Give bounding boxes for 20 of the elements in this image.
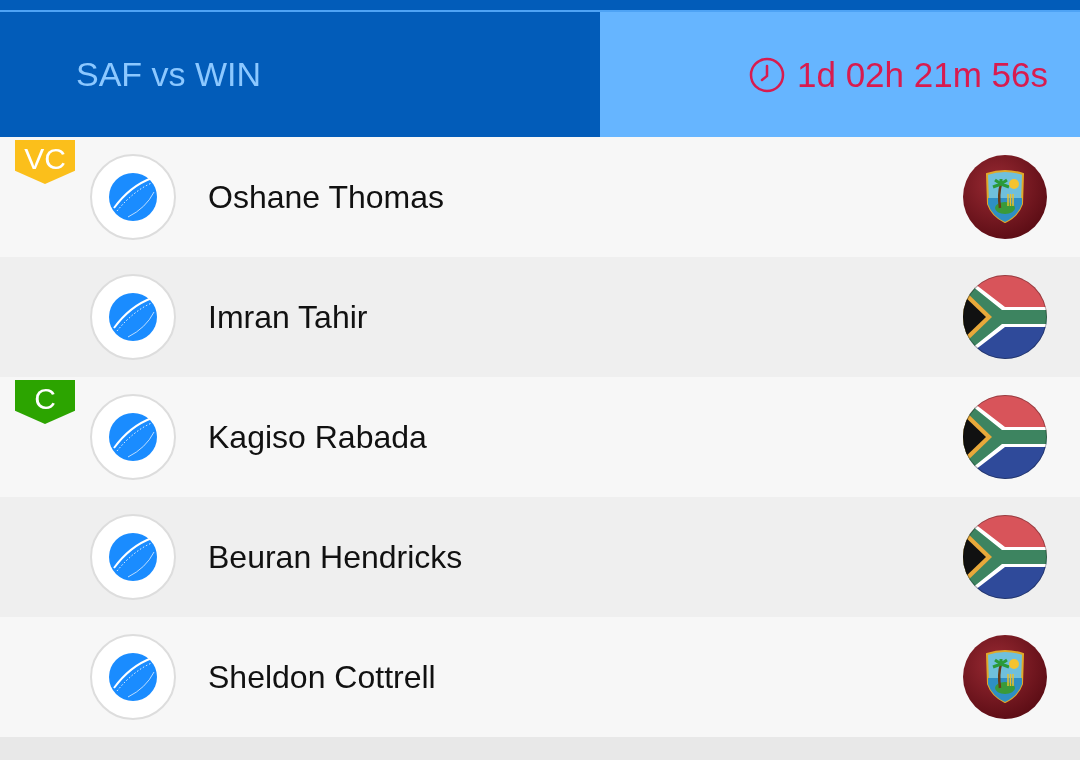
- match-title: SAF vs WIN: [76, 55, 262, 94]
- flag-icon: [962, 274, 1048, 360]
- player-row[interactable]: C Kagiso Rabada: [0, 377, 1080, 497]
- captain-badge: VC: [15, 140, 75, 184]
- player-row[interactable]: Imran Tahir: [0, 257, 1080, 377]
- player-name: Imran Tahir: [208, 298, 369, 336]
- countdown-timer: 1d 02h 21m 56s: [797, 54, 1048, 95]
- player-row[interactable]: VC Oshane Thomas: [0, 137, 1080, 257]
- player-row[interactable]: Sheldon Cottrell: [0, 617, 1080, 737]
- player-row[interactable]: Beuran Hendricks: [0, 497, 1080, 617]
- player-name: Oshane Thomas: [208, 178, 445, 216]
- player-name: Sheldon Cottrell: [208, 658, 437, 696]
- flag-icon: [962, 514, 1048, 600]
- player-name: Kagiso Rabada: [208, 418, 428, 456]
- flag-icon: [962, 394, 1048, 480]
- player-name: Beuran Hendricks: [208, 538, 464, 576]
- captain-badge: C: [15, 380, 75, 424]
- team-logo-icon: [962, 634, 1048, 720]
- clock-icon: [749, 56, 785, 93]
- team-logo-icon: [962, 154, 1048, 240]
